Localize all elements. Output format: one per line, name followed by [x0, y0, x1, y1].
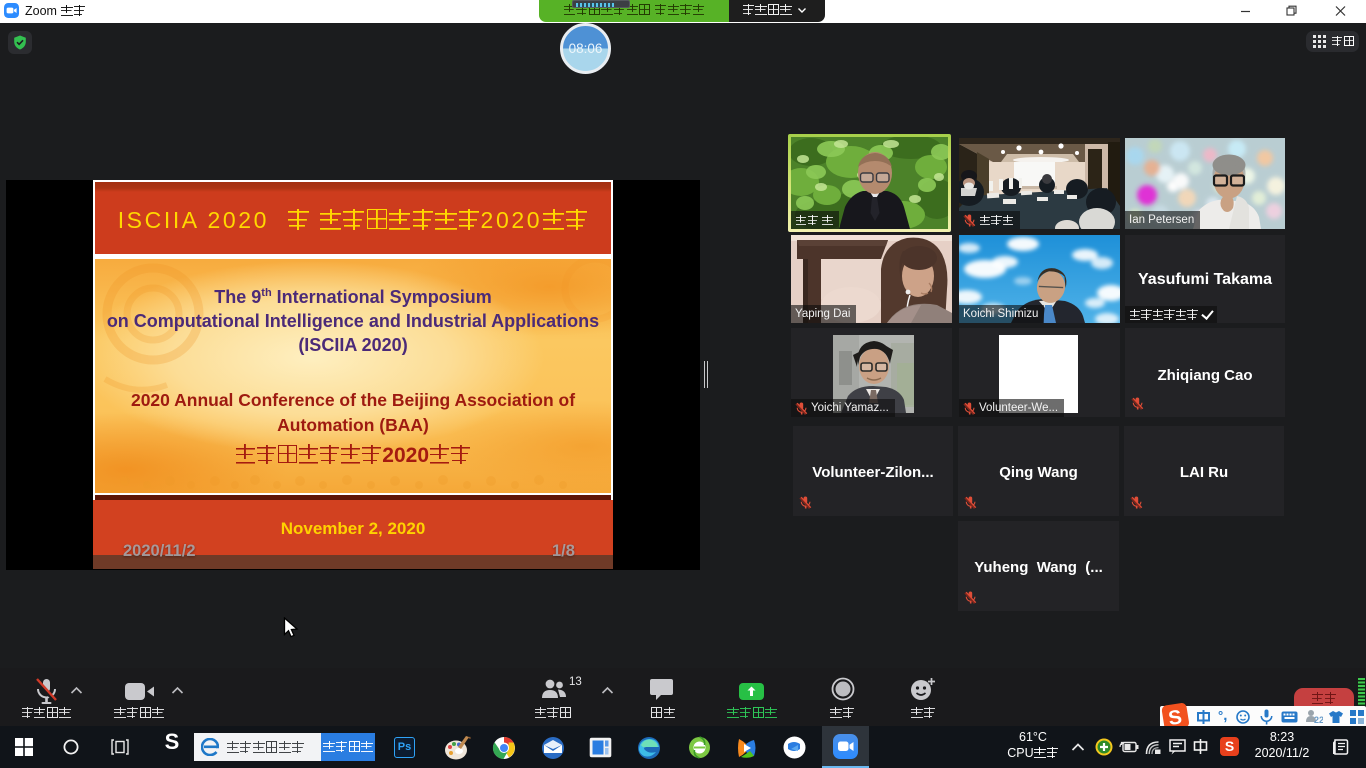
svg-text:22: 22: [1314, 715, 1323, 725]
